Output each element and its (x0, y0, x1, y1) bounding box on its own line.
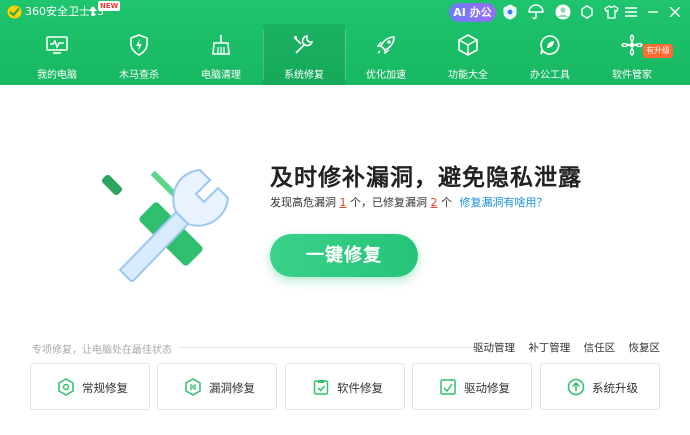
tshirt-skin-icon[interactable] (602, 3, 620, 21)
upgrade-arrow-icon[interactable] (88, 5, 98, 17)
nav-label: 木马查杀 (119, 70, 159, 81)
summary-text: 个 (441, 196, 452, 209)
one-click-repair-button[interactable]: 一键修复 (270, 234, 418, 277)
monitor-icon (46, 36, 68, 54)
help-link[interactable]: 修复漏洞有啥用？ (460, 196, 548, 209)
card-system-upgrade[interactable]: 系统升级 (540, 363, 660, 410)
nav-label: 优化加速 (366, 70, 406, 81)
nav-label: 电脑清理 (201, 70, 241, 81)
vulnerability-summary: 发现高危漏洞 1 个，已修复漏洞 2 个 修复漏洞有啥用？ (270, 194, 548, 210)
app-logo-icon (7, 5, 22, 19)
nav-item-features[interactable]: 功能大全 (427, 24, 509, 85)
summary-text: 发现高危漏洞 (270, 196, 336, 209)
broom-icon (212, 35, 230, 55)
link-trust-zone[interactable]: 信任区 (584, 342, 616, 354)
card-software-repair[interactable]: 软件修复 (285, 363, 405, 410)
wrench-icon (294, 35, 314, 54)
rocket-icon (376, 36, 395, 55)
user-avatar-icon[interactable] (554, 3, 572, 21)
nav-item-system-repair[interactable]: 系统修复 (263, 24, 345, 85)
card-label: 驱动修复 (464, 381, 510, 395)
card-driver-repair[interactable]: 驱动修复 (412, 363, 532, 410)
shield-bolt-icon (130, 34, 148, 56)
cube-icon (458, 34, 478, 56)
close-icon[interactable] (666, 3, 684, 21)
gem-icon[interactable] (578, 3, 596, 21)
wrench-illustration-icon (118, 168, 230, 282)
upgrade-badge: 有升级 (643, 44, 673, 58)
main-nav: 我的电脑 木马查杀 电脑清理 系统修复 优化加速 功能大全 办公工具 软件管家 … (0, 24, 690, 85)
card-label: 常规修复 (82, 381, 128, 395)
card-vulnerability-repair[interactable]: 漏洞修复 (157, 363, 277, 410)
header: 360安全卫士13 NEW AI 办公 我的电脑 木马查杀 电脑清理 系统修复 … (0, 0, 690, 85)
minimize-icon[interactable] (644, 3, 662, 21)
shield-badge-icon[interactable] (501, 3, 519, 21)
repair-tools-illustration (101, 168, 230, 282)
divider (178, 347, 474, 348)
title-bar: 360安全卫士13 NEW AI 办公 (0, 0, 690, 24)
link-patch-management[interactable]: 补丁管理 (528, 342, 570, 354)
nav-item-cleanup[interactable]: 电脑清理 (180, 24, 262, 85)
nav-item-trojan-scan[interactable]: 木马查杀 (98, 24, 180, 85)
card-label: 软件修复 (337, 381, 383, 395)
nav-label: 我的电脑 (37, 70, 77, 81)
nav-label: 系统修复 (284, 70, 324, 81)
umbrella-icon[interactable] (527, 3, 545, 21)
card-regular-repair[interactable]: 常规修复 (30, 363, 150, 410)
clipboard-check-icon (313, 380, 329, 395)
nav-label: 软件管家 (612, 70, 652, 81)
nav-item-my-computer[interactable]: 我的电脑 (16, 24, 98, 85)
section-hint: 专项修复，让电脑处在最佳状态 (32, 345, 172, 356)
found-count[interactable]: 1 (340, 196, 347, 209)
new-badge: NEW (98, 1, 121, 11)
chart-check-icon (440, 379, 456, 395)
nav-item-optimize[interactable]: 优化加速 (345, 24, 427, 85)
flower-icon (621, 34, 643, 56)
bug-patch-icon (185, 378, 201, 396)
link-driver-management[interactable]: 驱动管理 (473, 342, 515, 354)
leaf-bubble-icon (540, 35, 560, 55)
ai-office-button[interactable]: AI 办公 (449, 3, 496, 22)
nav-label: 功能大全 (448, 70, 488, 81)
page-headline: 及时修补漏洞，避免隐私泄露 (270, 165, 582, 191)
card-label: 系统升级 (592, 381, 638, 395)
section-links: 驱动管理 补丁管理 信任区 恢复区 (463, 340, 660, 355)
nav-item-office-tools[interactable]: 办公工具 (509, 24, 591, 85)
card-label: 漏洞修复 (209, 381, 255, 395)
hexagon-check-icon (58, 378, 74, 396)
summary-text: 个，已修复漏洞 (350, 196, 427, 209)
menu-icon[interactable] (622, 3, 640, 21)
link-restore-zone[interactable]: 恢复区 (629, 342, 661, 354)
fixed-count[interactable]: 2 (431, 196, 438, 209)
arrow-up-circle-icon (567, 378, 585, 396)
nav-label: 办公工具 (530, 70, 570, 81)
